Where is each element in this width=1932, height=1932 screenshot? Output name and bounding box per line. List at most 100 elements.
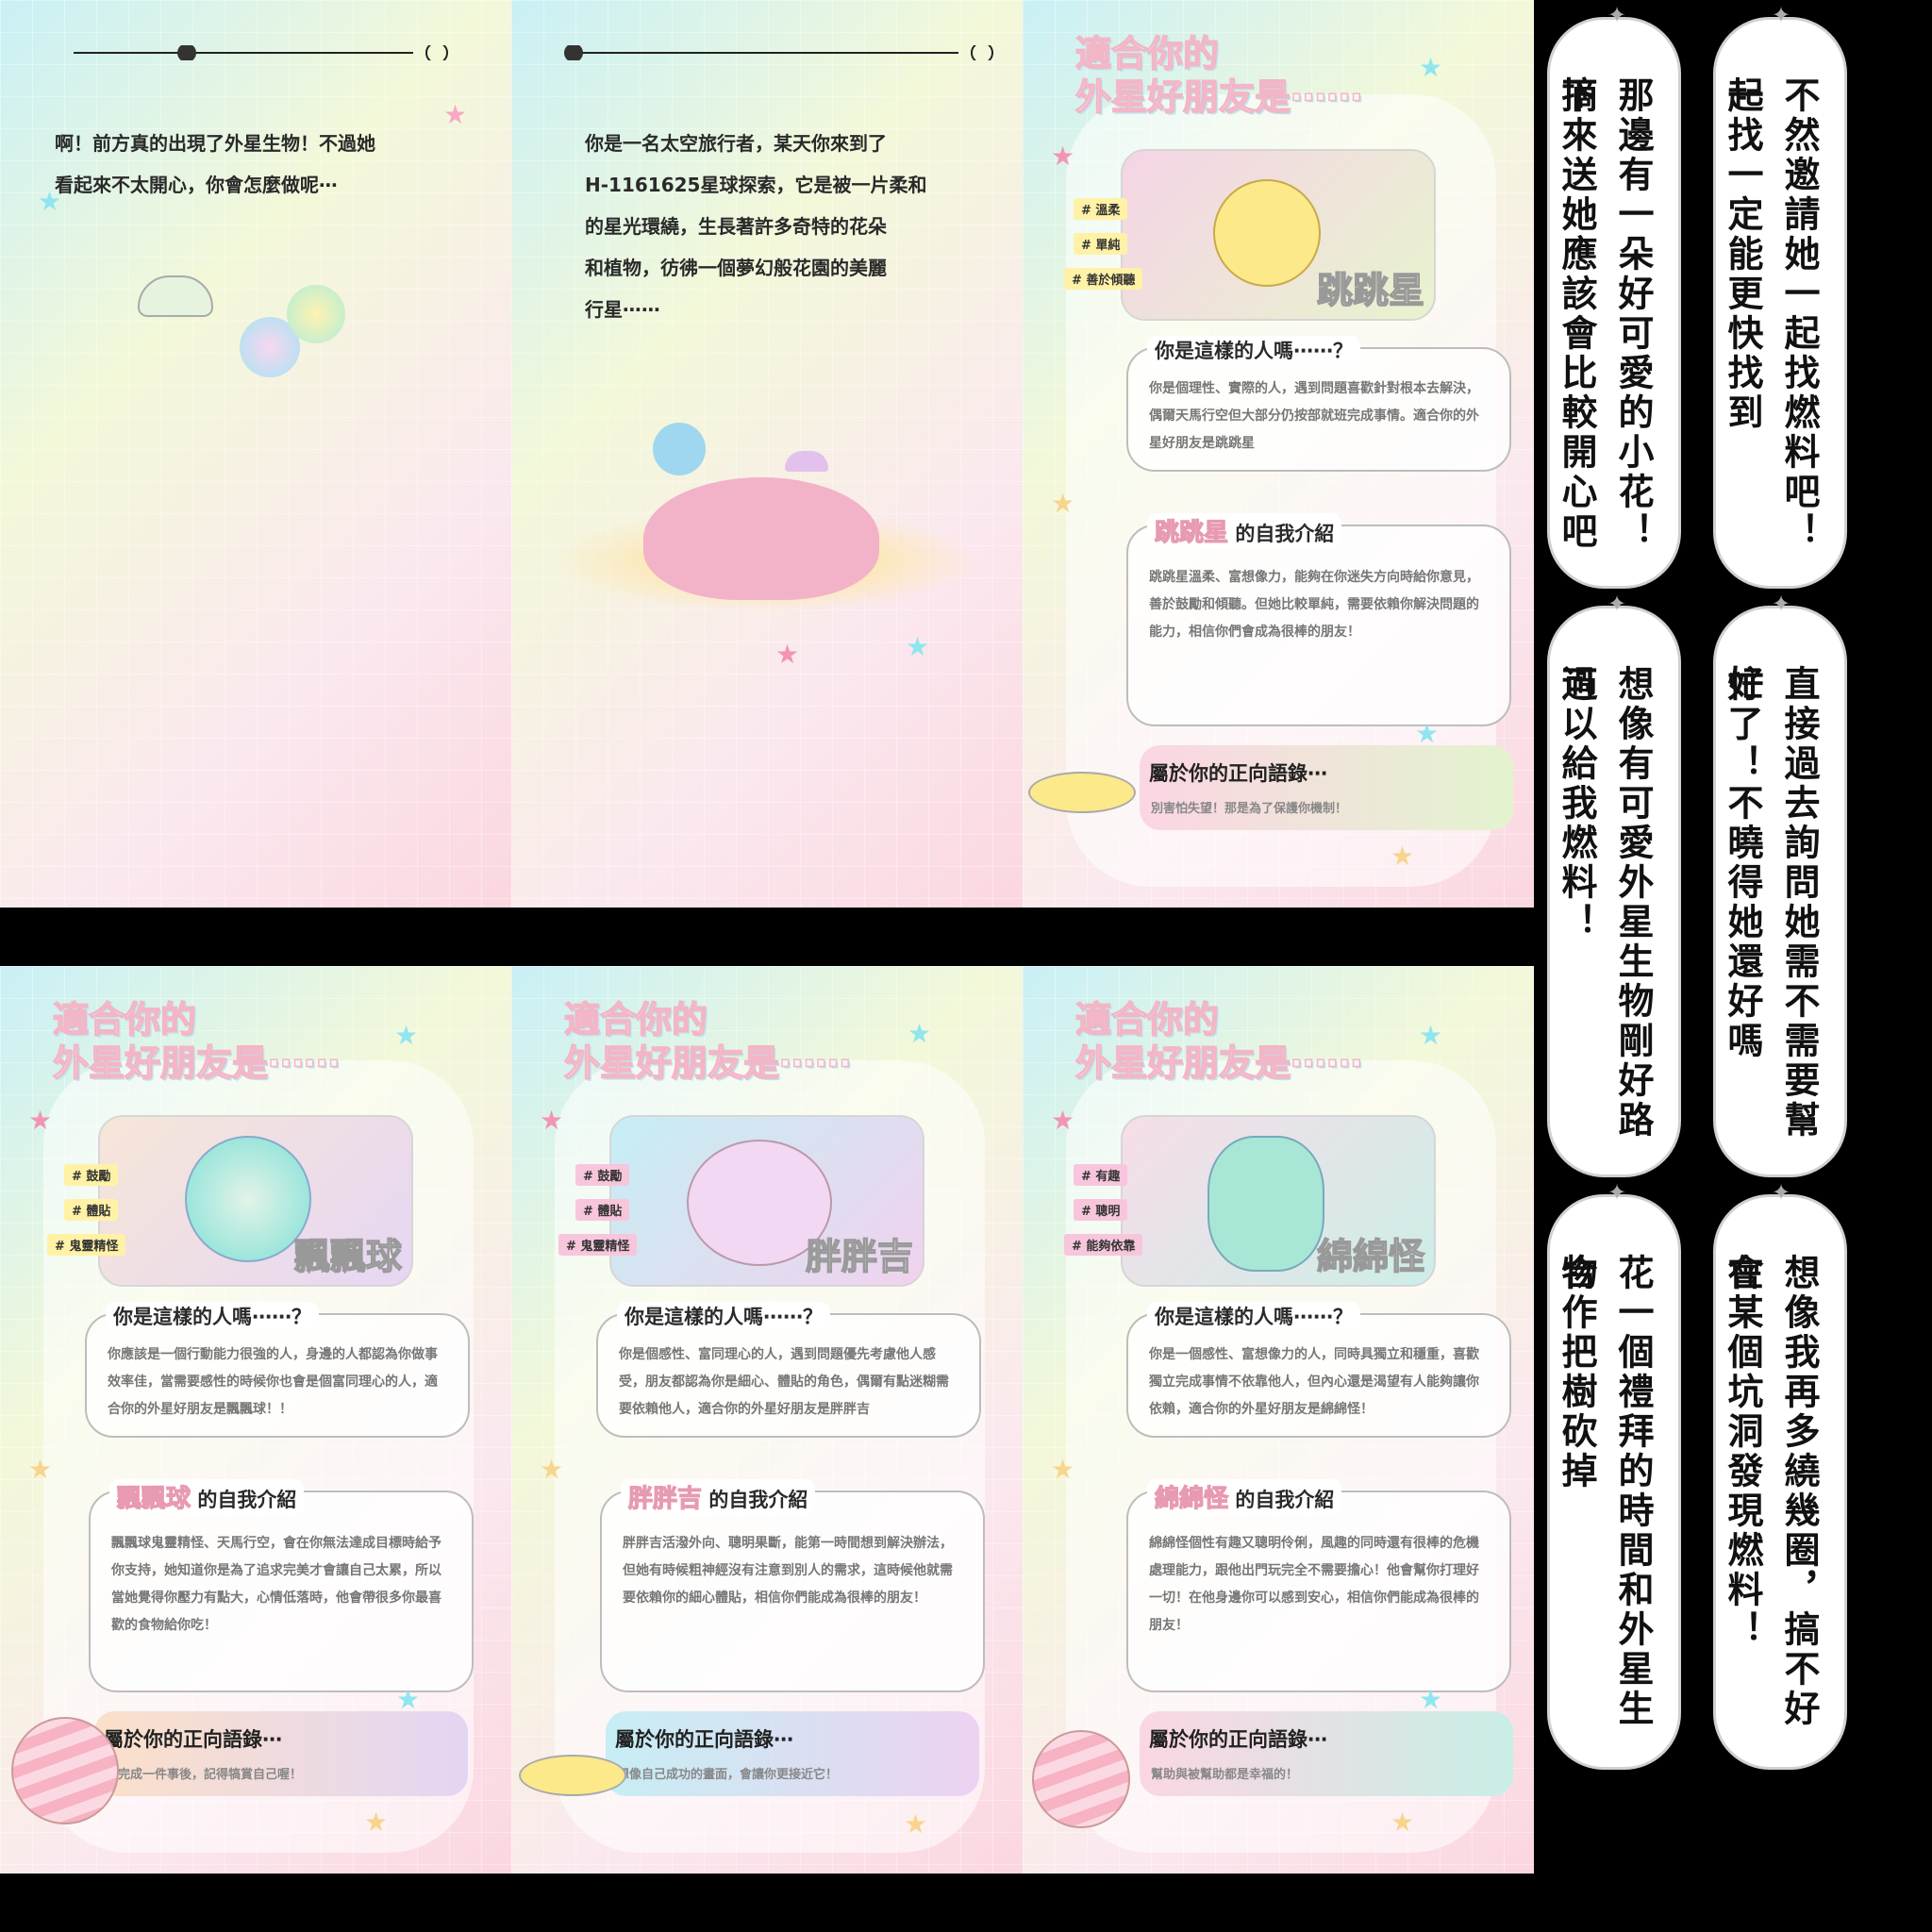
star-icon: ★ <box>540 1454 564 1485</box>
heading-line-1: 適合你的 <box>1074 998 1220 1041</box>
story-panel-2: 你是一名太空旅行者，某天你來到了 H-1161625星球探索，它是被一片柔和 的… <box>511 0 1023 908</box>
ufo-icon <box>519 1755 626 1796</box>
story-line: 看起來不太開心，你會怎麼做呢⋯ <box>55 174 338 196</box>
sparkle-icon: ✦ <box>1607 591 1627 617</box>
blue-tree-image <box>653 423 706 475</box>
personality-box: 你是這樣的人嗎⋯⋯？ 你應該是一個行動能力很強的人，身邊的人都認為你做事效率佳，… <box>85 1302 470 1438</box>
tag-list: # 有趣 # 聰明 # 能夠依靠 <box>1064 1164 1143 1269</box>
sparkle-icon: ✦ <box>1607 1179 1627 1206</box>
ufo-icon <box>1028 772 1136 813</box>
heading-line-1: 適合你的 <box>1074 32 1220 75</box>
tag-list: # 鼓勵 # 體貼 # 鬼靈精怪 <box>558 1164 638 1269</box>
story-line: 行星⋯⋯ <box>585 298 660 321</box>
star-icon: ★ <box>1051 1105 1075 1136</box>
intro-title: 綿綿怪 的自我介紹 <box>1147 1479 1342 1514</box>
heading-line-1: 適合你的 <box>563 998 708 1041</box>
quote-text: 當完成一件事後，記得犒賞自己喔！ <box>106 1768 303 1782</box>
story-line: 的星光環繞，生長著許多奇特的花朵 <box>585 215 887 238</box>
intro-character-name: 飄飄球 <box>116 1484 192 1513</box>
choice-strip[interactable]: 不然邀請她一起找燃料吧！一 起找一定能更快找到 <box>1713 17 1847 589</box>
intro-suffix: 的自我介紹 <box>1235 1489 1335 1511</box>
heading-line-2: 外星好朋友是⋯⋯ <box>1074 1041 1363 1085</box>
quote-box: 屬於你的正向語錄⋯ 當完成一件事後，記得犒賞自己喔！ <box>94 1711 468 1796</box>
result-heading: 適合你的 外星好朋友是⋯⋯ <box>1074 32 1363 119</box>
choice-strip[interactable]: 直接過去詢問她需不需要幫忙 好了！不曉得她還好嗎 <box>1713 606 1847 1177</box>
personality-title: 你是這樣的人嗎⋯⋯？ <box>1147 336 1360 364</box>
personality-text: 你是個感性、富同理心的人，遇到問題優先考慮他人感受，朋友都認為你是細心、體貼的角… <box>619 1347 949 1417</box>
star-icon: ★ <box>775 639 800 670</box>
story-text: 你是一名太空旅行者，某天你來到了 H-1161625星球探索，它是被一片柔和 的… <box>585 123 1000 330</box>
quote-title: 屬於你的正向語錄⋯ <box>615 1728 793 1751</box>
personality-text: 你應該是一個行動能力很強的人，身邊的人都認為你做事效率佳，當需要感性的時候你也會… <box>108 1347 438 1417</box>
choice-line: 起找一定能更快找到 <box>1722 76 1763 433</box>
choice-strip[interactable]: 花一個禮拜的時間和外星生物 合作把樹砍掉 <box>1547 1194 1681 1770</box>
star-icon: ★ <box>443 99 468 130</box>
character-name: 綿綿怪 <box>1316 1235 1424 1277</box>
star-icon: ★ <box>1051 141 1075 172</box>
star-icon: ★ <box>28 1105 53 1136</box>
star-icon: ★ <box>904 1808 928 1840</box>
tag: # 單純 <box>1074 233 1128 255</box>
choice-line: 下來送她應該會比較開心吧 <box>1556 76 1597 552</box>
tag: # 鬼靈精怪 <box>558 1234 638 1256</box>
choice-strip[interactable]: 想像有可愛外星生物剛好路過 可以給我燃料！ <box>1547 606 1681 1177</box>
choice-line: 可以給我燃料！ <box>1556 665 1597 942</box>
sparkle-icon: ✦ <box>1772 1179 1791 1206</box>
result-card-mianmianguai: 適合你的 外星好朋友是⋯⋯ 綿綿怪 # 有趣 # 聰明 # 能夠依靠 你是這樣的… <box>1023 966 1534 1874</box>
pink-rock-image <box>643 477 879 600</box>
sparkle-icon: ✦ <box>1607 2 1627 28</box>
star-icon: ★ <box>1419 52 1443 83</box>
intro-title: 跳跳星 的自我介紹 <box>1147 513 1342 548</box>
heading-line-2: 外星好朋友是⋯⋯ <box>1074 75 1363 119</box>
star-line-decoration <box>74 45 448 60</box>
star-icon: ★ <box>1391 841 1415 872</box>
intro-suffix: 的自我介紹 <box>708 1489 808 1511</box>
story-line: 你是一名太空旅行者，某天你來到了 <box>585 132 887 155</box>
character-box: 跳跳星 <box>1121 149 1436 321</box>
character-floatball-image <box>185 1136 311 1262</box>
personality-title: 你是這樣的人嗎⋯⋯？ <box>1147 1302 1360 1330</box>
star-icon: ★ <box>1051 488 1075 519</box>
star-icon: ★ <box>1419 1020 1443 1051</box>
star-icon: ★ <box>1415 718 1440 749</box>
personality-title: 你是這樣的人嗎⋯⋯？ <box>617 1302 830 1330</box>
mushroom-image <box>785 451 828 472</box>
intro-box: 綿綿怪 的自我介紹 綿綿怪個性有趣又聰明伶俐，風趣的同時還有很棒的危機處理能力，… <box>1126 1479 1511 1692</box>
star-icon: ★ <box>28 1454 53 1485</box>
personality-box: 你是這樣的人嗎⋯⋯？ 你是個理性、實際的人，遇到問題喜歡針對根本去解決，偶爾天馬… <box>1126 336 1511 472</box>
character-name: 胖胖吉 <box>805 1235 913 1277</box>
character-mianmianguai-image <box>1208 1136 1324 1272</box>
tag: # 體貼 <box>64 1199 119 1221</box>
personality-box: 你是這樣的人嗎⋯⋯？ 你是一個感性、富想像力的人，同時具獨立和穩重，喜歡獨立完成… <box>1126 1302 1511 1438</box>
choice-strip[interactable]: 那邊有一朵好可愛的小花！摘 下來送她應該會比較開心吧 <box>1547 17 1681 589</box>
story-line: 啊！前方真的出現了外星生物！不過她 <box>55 132 375 155</box>
result-heading: 適合你的 外星好朋友是⋯⋯ <box>563 998 852 1085</box>
story-line: 和植物，彷彿一個夢幻般花園的美麗 <box>585 257 887 279</box>
choice-strip[interactable]: 想像我再多繞幾圈，搞不好會 在某個坑洞發現燃料！ <box>1713 1194 1847 1770</box>
choice-line: 在某個坑洞發現燃料！ <box>1722 1254 1763 1650</box>
story-panel-1: 啊！前方真的出現了外星生物！不過她 看起來不太開心，你會怎麼做呢⋯ ★ ★ <box>0 0 511 908</box>
star-icon: ★ <box>364 1807 389 1838</box>
character-box: 綿綿怪 <box>1121 1115 1436 1287</box>
intro-box: 胖胖吉 的自我介紹 胖胖吉活潑外向、聰明果斷，能第一時間想到解決辦法，但她有時候… <box>600 1479 985 1692</box>
planet-icon <box>1032 1730 1130 1828</box>
intro-text: 飄飄球鬼靈精怪、天馬行空，會在你無法達成目標時給予你支持，她知道你是為了追求完美… <box>111 1536 441 1633</box>
personality-text: 你是一個感性、富想像力的人，同時具獨立和穩重，喜歡獨立完成事情不依靠他人，但內心… <box>1149 1347 1479 1417</box>
tag: # 能夠依靠 <box>1064 1234 1143 1256</box>
tag: # 溫柔 <box>1074 198 1128 220</box>
tag-list: # 鼓勵 # 體貼 # 鬼靈精怪 <box>47 1164 126 1269</box>
character-name: 跳跳星 <box>1316 269 1424 311</box>
star-icon: ★ <box>906 631 930 662</box>
intro-box: 飄飄球 的自我介紹 飄飄球鬼靈精怪、天馬行空，會在你無法達成目標時給予你支持，她… <box>89 1479 474 1692</box>
character-jumpstar-image <box>1213 179 1321 287</box>
quote-title: 屬於你的正向語錄⋯ <box>1149 762 1327 785</box>
star-icon: ★ <box>1419 1684 1443 1715</box>
story-line: H-1161625星球探索，它是被一片柔和 <box>585 174 927 196</box>
sad-alien-green-icon <box>287 285 345 343</box>
quote-text: 別害怕失望！那是為了保護你機制！ <box>1151 802 1348 816</box>
ufo-icon <box>138 275 213 317</box>
sparkle-icon: ✦ <box>1772 2 1791 28</box>
quote-box: 屬於你的正向語錄⋯ 想像自己成功的畫面，會讓你更接近它！ <box>606 1711 979 1796</box>
tag: # 鬼靈精怪 <box>47 1234 126 1256</box>
character-box: 飄飄球 <box>98 1115 413 1287</box>
